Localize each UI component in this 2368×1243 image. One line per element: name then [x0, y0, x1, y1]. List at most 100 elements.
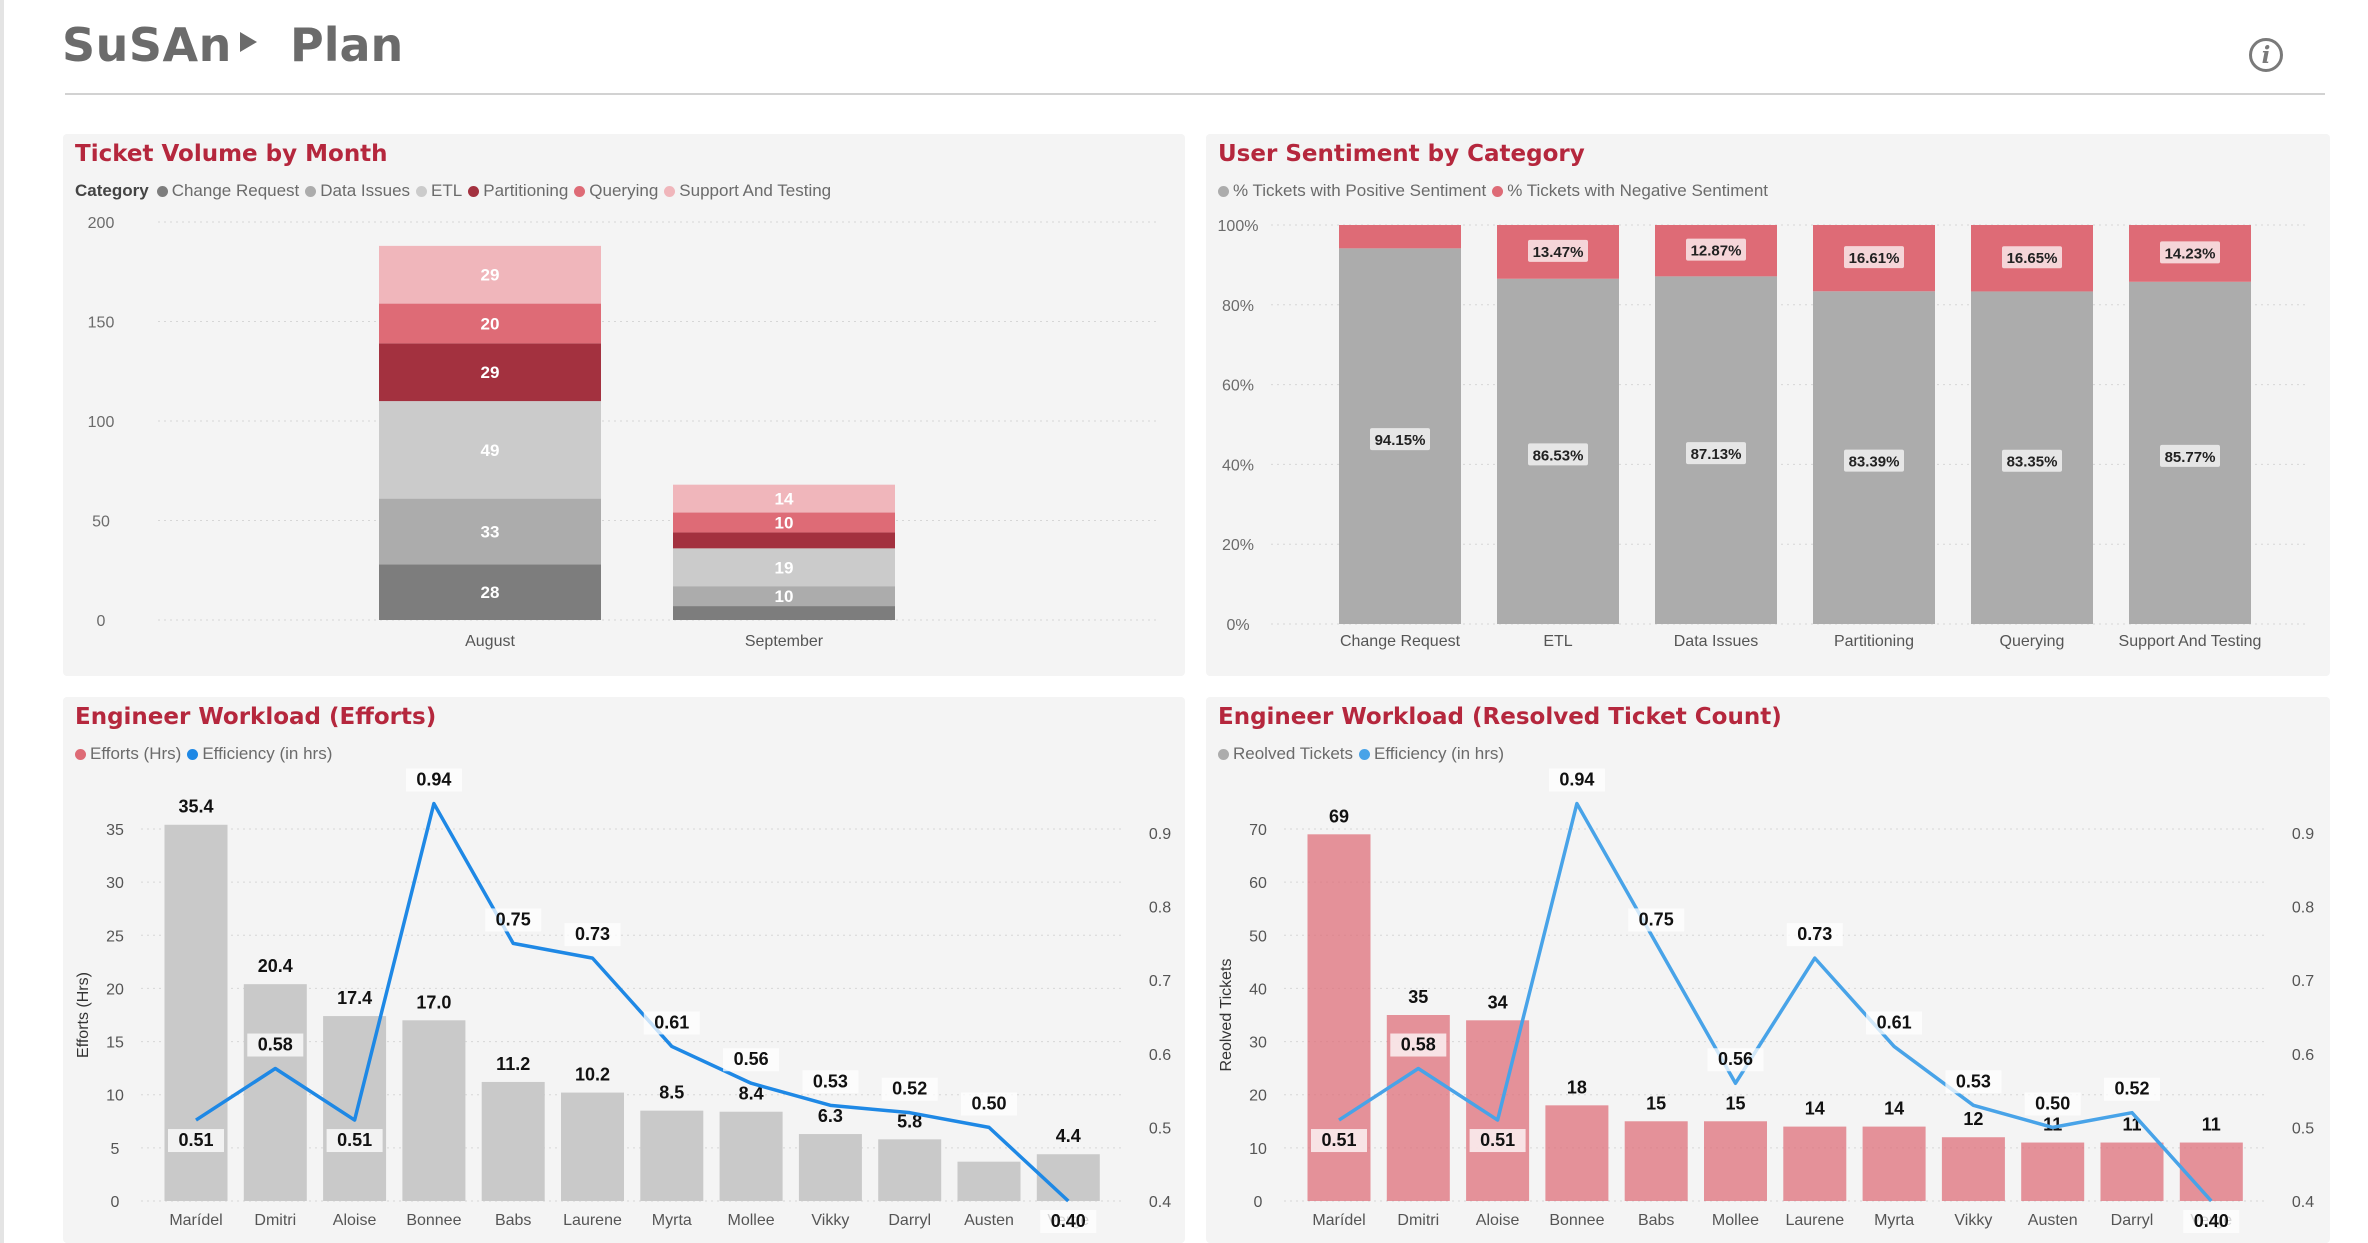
workload-resolved-chart: 0 10 20 30 40 50 60 70 0.4 0.5 0.6 0.7 0.8 0.9 Reolved…	[1218, 768, 2314, 1233]
x-tick-label: Darryl	[888, 1212, 931, 1229]
workload-bar[interactable]	[1704, 1121, 1767, 1201]
bar-data-label: 10.2	[575, 1065, 610, 1085]
line-data-label: 0.73	[575, 924, 610, 944]
workload-bar[interactable]	[561, 1092, 624, 1201]
x-tick-label: Marídel	[169, 1212, 222, 1229]
data-label: 87.13%	[1691, 446, 1742, 463]
bar-data-label: 34	[1488, 992, 1508, 1012]
workload-bar[interactable]	[798, 1134, 862, 1201]
data-label: 12.87%	[1691, 243, 1742, 260]
y-tick-label: 70	[1249, 822, 1267, 839]
data-label: 14	[775, 490, 794, 509]
line-data-label: 0.61	[654, 1012, 689, 1032]
stacked-bar-segment[interactable]	[1339, 225, 1461, 249]
x-tick-label: September	[745, 633, 824, 650]
user-sentiment-chart: 0% 20% 40% 60% 80% 100% 94.15% Change Request 86…	[1218, 218, 2306, 650]
workload-bar[interactable]	[402, 1020, 466, 1201]
workload-bar[interactable]	[1545, 1105, 1609, 1201]
data-label: 14.23%	[2165, 245, 2216, 262]
bar-data-label: 6.3	[818, 1106, 843, 1126]
workload-bar[interactable]	[719, 1111, 783, 1201]
bar-data-label: 14	[1884, 1099, 1904, 1119]
x-tick-label: Laurene	[1785, 1212, 1844, 1229]
data-label: 94.15%	[1375, 432, 1426, 449]
y2-tick-label: 0.7	[1149, 973, 1171, 990]
workload-bar[interactable]	[1783, 1126, 1847, 1201]
x-tick-label: Change Request	[1340, 633, 1461, 650]
workload-bar[interactable]	[1862, 1126, 1926, 1201]
y-tick-label: 0	[97, 613, 106, 630]
workload-bar[interactable]	[640, 1110, 704, 1201]
line-data-label: 0.40	[1051, 1211, 1086, 1231]
y-tick-label: 60	[1249, 875, 1267, 892]
data-label: 83.39%	[1849, 454, 1900, 471]
x-tick-label: Vikky	[1954, 1212, 1992, 1229]
workload-bar[interactable]	[481, 1081, 545, 1201]
bar-data-label: 35	[1408, 987, 1428, 1007]
y-tick-label: 100	[88, 414, 115, 431]
y2-tick-label: 0.5	[2292, 1120, 2314, 1137]
page-title: Plan	[290, 18, 404, 72]
data-label: 86.53%	[1533, 447, 1584, 464]
y-tick-label: 100%	[1218, 218, 1259, 235]
workload-bar[interactable]	[1624, 1121, 1688, 1201]
workload-bar[interactable]	[2100, 1142, 2164, 1201]
y-tick-label: 25	[106, 928, 124, 945]
data-label: 83.35%	[2007, 454, 2058, 471]
line-data-label: 0.51	[1321, 1130, 1356, 1150]
workload-bar[interactable]	[323, 1016, 387, 1201]
workload-bar[interactable]	[878, 1139, 942, 1201]
x-tick-label: Dmitri	[1397, 1212, 1439, 1229]
stacked-bar-segment[interactable]	[673, 532, 895, 549]
y-tick-label: 0%	[1226, 617, 1249, 634]
workload-bar[interactable]	[2021, 1142, 2085, 1201]
workload-bar[interactable]	[957, 1161, 1021, 1201]
x-tick-label: Myrta	[652, 1212, 692, 1229]
y2-tick-label: 0.9	[1149, 826, 1171, 843]
workload-bar[interactable]	[243, 984, 307, 1201]
header-divider	[65, 93, 2325, 95]
y2-tick-label: 0.4	[2292, 1194, 2314, 1211]
bar-data-label: 12	[1963, 1109, 1983, 1129]
ticket-volume-chart: 0 50 100 150 200 28 33 49 29 20 29 August 10 19 10 14 Se…	[88, 215, 1158, 650]
line-data-label: 0.53	[813, 1071, 848, 1091]
workload-bar[interactable]	[1036, 1154, 1100, 1201]
workload-bar[interactable]	[1466, 1020, 1530, 1201]
x-tick-label: Babs	[1638, 1212, 1674, 1229]
bar-data-label: 35.4	[178, 797, 213, 817]
x-tick-label: Aloise	[1476, 1212, 1520, 1229]
line-data-label: 0.56	[734, 1049, 769, 1069]
workload-bar[interactable]	[2179, 1142, 2243, 1201]
y-tick-label: 50	[1249, 928, 1267, 945]
workload-efforts-panel: Engineer Workload (Efforts) Efforts (Hrs…	[63, 697, 1185, 1243]
data-label: 85.77%	[2165, 449, 2216, 466]
breadcrumb-arrow-icon	[240, 32, 257, 52]
line-data-label: 0.52	[2114, 1079, 2149, 1099]
x-tick-label: Querying	[2000, 633, 2065, 650]
ticket-volume-panel: Ticket Volume by Month Category Change R…	[63, 134, 1185, 676]
bar-data-label: 8.5	[659, 1083, 684, 1103]
data-label: 33	[481, 522, 500, 541]
x-tick-label: Mollee	[728, 1212, 775, 1229]
stacked-bar-segment[interactable]	[673, 606, 895, 620]
y-tick-label: 50	[92, 514, 110, 531]
y-tick-label: 10	[106, 1088, 124, 1105]
y-tick-label: 10	[1249, 1141, 1267, 1158]
info-icon[interactable]: i	[2249, 38, 2283, 72]
x-tick-label: Austen	[964, 1212, 1014, 1229]
workload-bar[interactable]	[1941, 1137, 2005, 1201]
y2-tick-label: 0.5	[1149, 1120, 1171, 1137]
line-data-label: 0.75	[496, 909, 531, 929]
x-tick-label: Marídel	[1312, 1212, 1365, 1229]
bar-data-label: 15	[1646, 1093, 1666, 1113]
bar-data-label: 11	[2202, 1115, 2221, 1135]
bar-data-label: 20.4	[258, 956, 293, 976]
y-tick-label: 35	[106, 822, 124, 839]
workload-efforts-chart: 0 5 10 15 20 25 30 35 0.4 0.5 0.6 0.7 0.8 0.9 Efforts …	[75, 768, 1171, 1233]
x-tick-label: Austen	[2028, 1212, 2078, 1229]
line-data-label: 0.73	[1797, 924, 1832, 944]
y-tick-label: 40	[1249, 981, 1267, 998]
line-data-label: 0.58	[258, 1035, 293, 1055]
y-tick-label: 200	[88, 215, 115, 232]
x-tick-label: August	[465, 633, 515, 650]
